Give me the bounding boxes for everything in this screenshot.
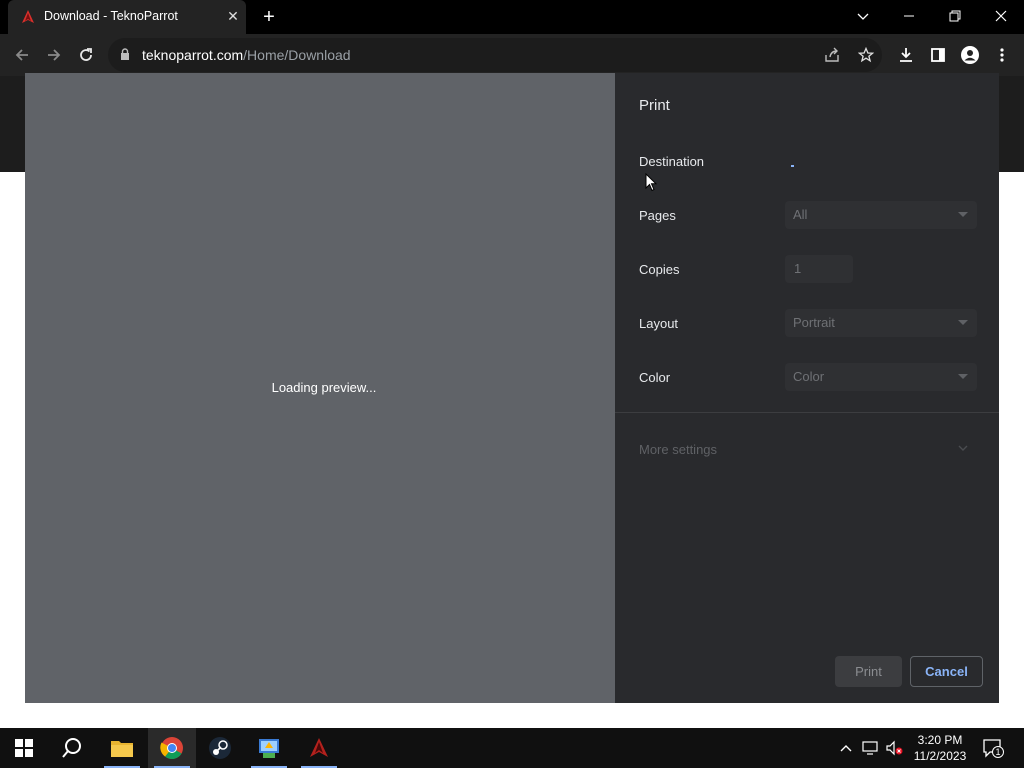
color-dropdown-arrow-icon — [958, 374, 968, 379]
cancel-button[interactable]: Cancel — [910, 656, 983, 687]
bookmark-star-icon[interactable] — [857, 46, 875, 63]
windows-taskbar: 3:20 PM 11/2/2023 1 — [0, 728, 1024, 768]
new-tab-icon[interactable]: + — [258, 6, 280, 28]
window-close-icon[interactable] — [978, 0, 1024, 32]
teknoparrot-taskbar-icon[interactable] — [295, 728, 343, 768]
address-bar[interactable]: teknoparrot.com/Home/Download — [108, 38, 882, 72]
more-settings-toggle[interactable]: More settings — [639, 442, 717, 457]
url-text: teknoparrot.com/Home/Download — [142, 47, 351, 63]
destination-loading-spinner — [791, 165, 794, 167]
more-settings-chevron-down-icon[interactable] — [957, 442, 969, 454]
windows-start-icon[interactable] — [0, 728, 48, 768]
color-select[interactable]: Color — [785, 363, 977, 391]
teknoparrot-favicon-icon — [22, 10, 34, 23]
menu-kebab-icon[interactable] — [990, 43, 1014, 67]
show-hidden-icons-chevron-up-icon[interactable] — [838, 740, 854, 756]
tab-search-chevron-down-icon[interactable] — [840, 0, 886, 32]
steam-icon[interactable] — [196, 728, 244, 768]
pages-dropdown-arrow-icon — [958, 212, 968, 217]
control-panel-icon[interactable] — [245, 728, 293, 768]
share-icon[interactable] — [824, 47, 840, 63]
pages-value: All — [793, 207, 808, 222]
url-path: /Home/Download — [243, 47, 351, 63]
reload-icon[interactable] — [74, 43, 98, 67]
system-clock[interactable]: 3:20 PM 11/2/2023 — [908, 732, 972, 764]
tab-close-icon[interactable]: ✕ — [224, 7, 242, 25]
notification-center-icon[interactable]: 1 — [982, 738, 1004, 758]
color-value: Color — [793, 369, 825, 384]
tab-title: Download - TeknoParrot — [44, 9, 178, 23]
copies-label: Copies — [639, 262, 680, 277]
loading-preview-text: Loading preview... — [271, 380, 377, 395]
tab-strip: Download - TeknoParrot ✕ + — [0, 0, 1024, 34]
file-explorer-icon[interactable] — [98, 728, 146, 768]
chrome-taskbar-icon[interactable] — [148, 728, 196, 768]
search-icon[interactable] — [48, 728, 96, 768]
settings-divider — [615, 412, 999, 413]
print-settings-panel: Print Destination Pages All Copies 1 Lay… — [615, 73, 999, 703]
print-preview-area: Loading preview... — [25, 73, 615, 703]
print-button[interactable]: Print — [835, 656, 902, 687]
notification-count-badge: 1 — [992, 746, 1004, 758]
color-label: Color — [639, 370, 671, 385]
layout-dropdown-arrow-icon — [958, 320, 968, 325]
tab-download-teknoparrot[interactable]: Download - TeknoParrot ✕ — [8, 0, 246, 34]
layout-label: Layout — [639, 316, 679, 331]
side-panel-icon[interactable] — [926, 43, 950, 67]
minimize-icon[interactable] — [886, 0, 932, 32]
downloads-icon[interactable] — [894, 43, 918, 67]
pages-select[interactable]: All — [785, 201, 977, 229]
forward-icon[interactable] — [42, 43, 66, 67]
mouse-cursor-icon — [645, 173, 657, 192]
layout-value: Portrait — [793, 315, 835, 330]
print-dialog-title: Print — [639, 97, 670, 114]
destination-label: Destination — [639, 154, 705, 169]
pages-label: Pages — [639, 208, 676, 223]
clock-date: 11/2/2023 — [913, 749, 967, 763]
profile-avatar-icon[interactable] — [958, 43, 982, 67]
copies-input[interactable]: 1 — [785, 255, 853, 283]
url-host: teknoparrot.com — [142, 47, 244, 63]
layout-select[interactable]: Portrait — [785, 309, 977, 337]
network-icon[interactable] — [862, 740, 880, 756]
copies-value: 1 — [794, 261, 802, 276]
volume-muted-icon[interactable] — [885, 740, 905, 756]
clock-time: 3:20 PM — [917, 733, 963, 747]
restore-icon[interactable] — [932, 0, 978, 32]
back-icon[interactable] — [10, 43, 34, 67]
lock-icon[interactable] — [120, 48, 130, 60]
